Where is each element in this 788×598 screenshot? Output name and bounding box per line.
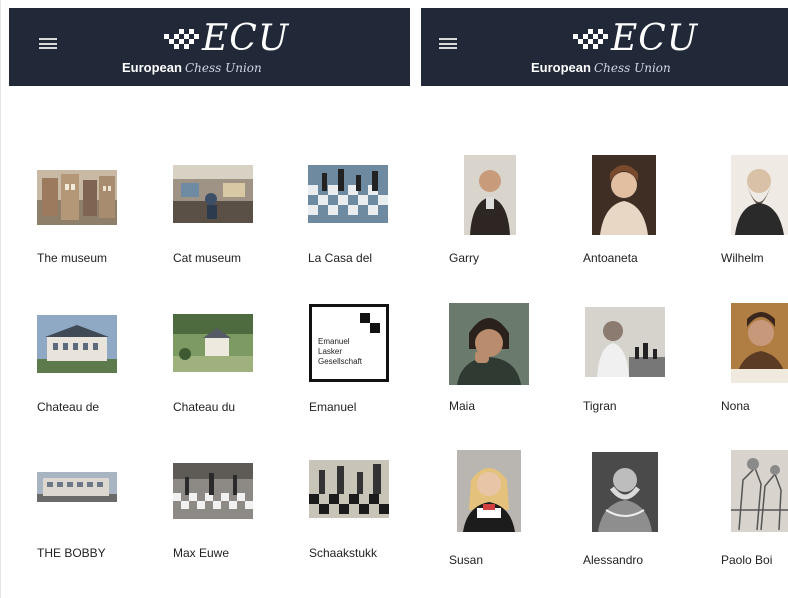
checkered-flag-icon <box>164 29 199 49</box>
hamburger-icon[interactable] <box>439 38 457 49</box>
place-card[interactable]: Chateau du <box>166 310 276 440</box>
logo-text-line: Gesellschaft <box>318 357 363 366</box>
players-panel: ECU EuropeanChess Union Garry Antoaneta <box>421 0 788 598</box>
logo-ecu-text: ECU <box>611 18 699 59</box>
player-card[interactable]: Wilhelm <box>721 155 788 285</box>
place-label: La Casa del <box>308 251 373 265</box>
place-card[interactable]: Cat museum <box>166 165 276 295</box>
player-photo <box>592 452 658 532</box>
player-name: Alessandro <box>583 553 644 567</box>
place-label: THE BOBBY <box>37 546 106 560</box>
player-name: Maia <box>449 399 476 413</box>
player-card[interactable]: Alessandro <box>583 450 693 580</box>
player-card[interactable]: Paolo Boi <box>721 450 788 580</box>
place-thumbnail <box>309 460 389 518</box>
player-card[interactable]: Nona <box>721 303 788 433</box>
place-label: Emanuel <box>309 400 357 414</box>
player-card[interactable]: Tigran <box>583 303 693 433</box>
ecu-logo[interactable]: ECU European Chess Union <box>122 20 322 80</box>
player-photo <box>585 307 665 377</box>
player-name: Garry <box>449 251 479 265</box>
player-photo <box>731 450 788 532</box>
emanuel-lasker-logo: Emanuel Lasker Gesellschaft <box>309 304 389 382</box>
player-name: Paolo Boi <box>721 553 773 567</box>
place-card[interactable]: The museum <box>31 165 141 295</box>
place-card[interactable]: Max Euwe <box>166 460 276 590</box>
player-card[interactable]: Antoaneta <box>583 155 693 285</box>
place-card[interactable]: THE BOBBY <box>31 460 141 590</box>
player-card[interactable]: Susan <box>449 450 559 580</box>
place-label: Chateau du <box>173 400 236 414</box>
place-label: Max Euwe <box>173 546 230 560</box>
player-name: Antoaneta <box>583 251 638 265</box>
place-thumbnail <box>37 472 117 502</box>
app-header: ECU European Chess Union <box>421 8 788 86</box>
place-thumbnail <box>173 314 253 372</box>
place-thumbnail <box>308 165 388 223</box>
logo-text-line: Emanuel <box>318 337 350 346</box>
player-photo <box>449 303 529 385</box>
place-thumbnail <box>37 170 117 225</box>
place-card[interactable]: La Casa del <box>306 165 410 295</box>
place-card[interactable]: Chateau de <box>31 310 141 440</box>
player-photo <box>731 303 788 383</box>
logo-text-line: Lasker <box>318 347 343 356</box>
place-thumbnail <box>37 315 117 373</box>
place-label: Chateau de <box>37 400 100 414</box>
hamburger-icon[interactable] <box>39 38 57 49</box>
checkered-flag-icon <box>573 29 608 49</box>
logo-ecu-text: ECU <box>202 18 290 59</box>
player-name: Susan <box>449 553 484 567</box>
app-header: ECU European Chess Union <box>9 8 410 86</box>
place-label: Cat museum <box>173 251 242 265</box>
player-name: Nona <box>721 399 750 413</box>
place-card[interactable]: Schaakstukk <box>306 460 410 590</box>
logo-tagline: European Chess Union <box>531 60 671 75</box>
place-label: The museum <box>37 251 108 265</box>
places-panel: ECU European Chess Union The museum Cat … <box>0 0 410 598</box>
player-card[interactable]: Garry <box>449 155 559 285</box>
player-photo <box>731 155 788 235</box>
place-label: Schaakstukk <box>309 546 378 560</box>
place-thumbnail <box>173 165 253 223</box>
logo-tagline: European Chess Union <box>122 60 262 75</box>
player-photo <box>464 155 516 235</box>
place-thumbnail <box>173 463 253 519</box>
place-card[interactable]: Emanuel Lasker Gesellschaft Emanuel <box>306 300 410 430</box>
ecu-logo[interactable]: ECU European Chess Union <box>531 20 731 80</box>
player-card[interactable]: Maia <box>449 303 559 433</box>
player-photo <box>457 450 521 532</box>
player-photo <box>592 155 656 235</box>
player-name: Wilhelm <box>721 251 764 265</box>
player-name: Tigran <box>583 399 617 413</box>
